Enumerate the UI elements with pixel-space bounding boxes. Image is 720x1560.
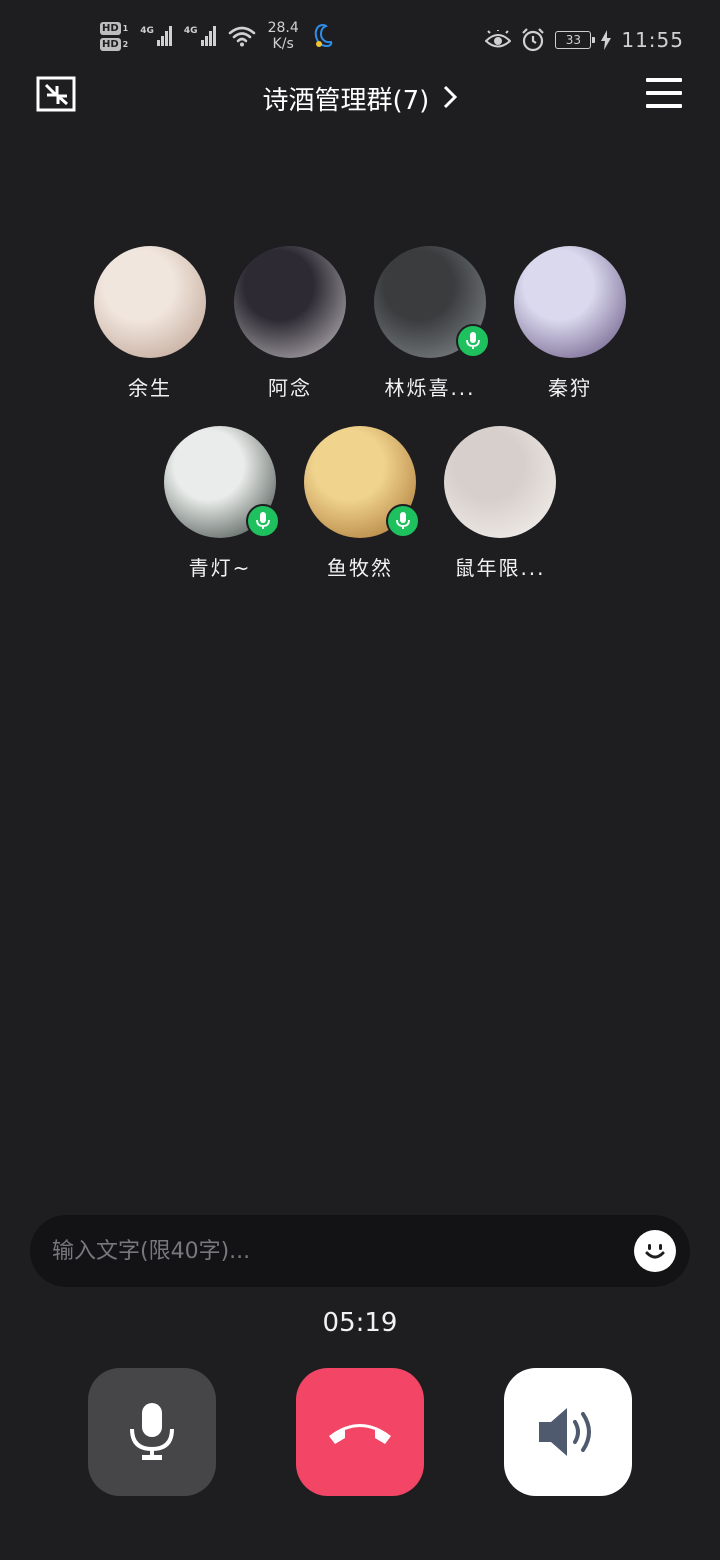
microphone-icon bbox=[130, 1403, 174, 1460]
participant[interactable]: 青灯~ bbox=[164, 426, 280, 581]
network-speed: 28.4 K/s bbox=[268, 20, 299, 52]
participant[interactable]: 鼠年限... bbox=[444, 426, 556, 581]
voice-call-screen: HD 1 HD 2 4G 4G 28.4 K/s 33 11:55 诗酒管理群(… bbox=[0, 0, 720, 1560]
page-title: 诗酒管理群(7) bbox=[262, 86, 430, 116]
signal-2-icon: 4G bbox=[184, 26, 216, 46]
microphone-active-icon bbox=[466, 332, 480, 349]
hd-badge-1: HD 1 bbox=[100, 21, 129, 35]
participant[interactable]: 余生 bbox=[94, 246, 206, 401]
battery-indicator: 33 bbox=[555, 31, 596, 49]
participant-name: 青灯~ bbox=[188, 556, 252, 580]
hd-label: HD bbox=[100, 37, 121, 51]
participant-name: 秦狩 bbox=[548, 376, 592, 400]
avatar[interactable] bbox=[164, 426, 280, 538]
sim-index: 1 bbox=[122, 23, 129, 33]
network-type: 4G bbox=[183, 26, 198, 36]
avatar[interactable] bbox=[374, 246, 490, 358]
signal-1-icon: 4G bbox=[140, 26, 172, 46]
menu-line bbox=[646, 91, 682, 95]
participant-row: 余生 阿念 林烁喜... 秦狩 bbox=[0, 246, 720, 401]
avatar[interactable] bbox=[304, 426, 420, 538]
hd-label: HD bbox=[100, 21, 121, 35]
participant-name: 余生 bbox=[128, 376, 172, 400]
avatar[interactable] bbox=[234, 246, 346, 358]
hang-up-button[interactable] bbox=[296, 1368, 424, 1496]
participant[interactable]: 林烁喜... bbox=[374, 246, 490, 401]
eye-comfort-icon bbox=[485, 30, 512, 48]
participant[interactable]: 鱼牧然 bbox=[304, 426, 420, 581]
avatar-image bbox=[234, 246, 346, 358]
mic-on-badge bbox=[456, 324, 490, 358]
avatar-image bbox=[514, 246, 626, 358]
status-right: 33 11:55 bbox=[485, 28, 684, 52]
app-notification-icon bbox=[314, 23, 332, 48]
sim-index: 2 bbox=[122, 39, 129, 49]
participant-name: 鱼牧然 bbox=[327, 556, 393, 580]
participant-name: 阿念 bbox=[268, 376, 312, 400]
mic-on-badge bbox=[246, 504, 280, 538]
mute-button[interactable] bbox=[88, 1368, 216, 1496]
participant-row: 青灯~ 鱼牧然 鼠年限... bbox=[0, 426, 720, 581]
status-time: 11:55 bbox=[621, 28, 684, 52]
avatar[interactable] bbox=[514, 246, 626, 358]
hd-badge-2: HD 2 bbox=[100, 37, 129, 51]
message-input-bar bbox=[30, 1215, 690, 1287]
call-timer: 05:19 bbox=[322, 1308, 398, 1338]
status-bar: HD 1 HD 2 4G 4G 28.4 K/s 33 11:55 bbox=[0, 0, 720, 70]
menu-button[interactable] bbox=[646, 78, 682, 108]
speed-unit: K/s bbox=[272, 36, 294, 52]
alarm-icon bbox=[522, 28, 545, 52]
avatar[interactable] bbox=[444, 426, 556, 538]
microphone-active-icon bbox=[396, 512, 410, 529]
microphone-active-icon bbox=[256, 512, 270, 529]
title-bar: 诗酒管理群(7) bbox=[0, 72, 720, 128]
participant-name: 林烁喜... bbox=[384, 376, 476, 400]
emoji-button[interactable] bbox=[634, 1230, 676, 1272]
mic-on-badge bbox=[386, 504, 420, 538]
phone-hangup-icon bbox=[329, 1424, 391, 1444]
chevron-right-icon bbox=[443, 85, 457, 109]
avatar-image bbox=[94, 246, 206, 358]
participant[interactable]: 秦狩 bbox=[514, 246, 626, 401]
menu-line bbox=[646, 78, 682, 82]
wifi-icon bbox=[228, 26, 255, 47]
participant-name: 鼠年限... bbox=[454, 556, 546, 580]
group-title-button[interactable]: 诗酒管理群(7) bbox=[0, 80, 720, 117]
message-input[interactable] bbox=[30, 1237, 634, 1265]
speed-value: 28.4 bbox=[267, 20, 299, 36]
menu-line bbox=[646, 104, 682, 108]
avatar[interactable] bbox=[94, 246, 206, 358]
avatar-image bbox=[444, 426, 556, 538]
smile-icon bbox=[645, 1244, 665, 1259]
charging-icon bbox=[601, 30, 612, 50]
hd-indicators: HD 1 HD 2 bbox=[100, 21, 129, 51]
speaker-button[interactable] bbox=[504, 1368, 632, 1496]
call-controls bbox=[0, 1368, 720, 1496]
status-left: HD 1 HD 2 4G 4G 28.4 K/s bbox=[100, 20, 335, 52]
participant[interactable]: 阿念 bbox=[234, 246, 346, 401]
network-type: 4G bbox=[140, 26, 154, 36]
speaker-icon bbox=[539, 1408, 591, 1456]
